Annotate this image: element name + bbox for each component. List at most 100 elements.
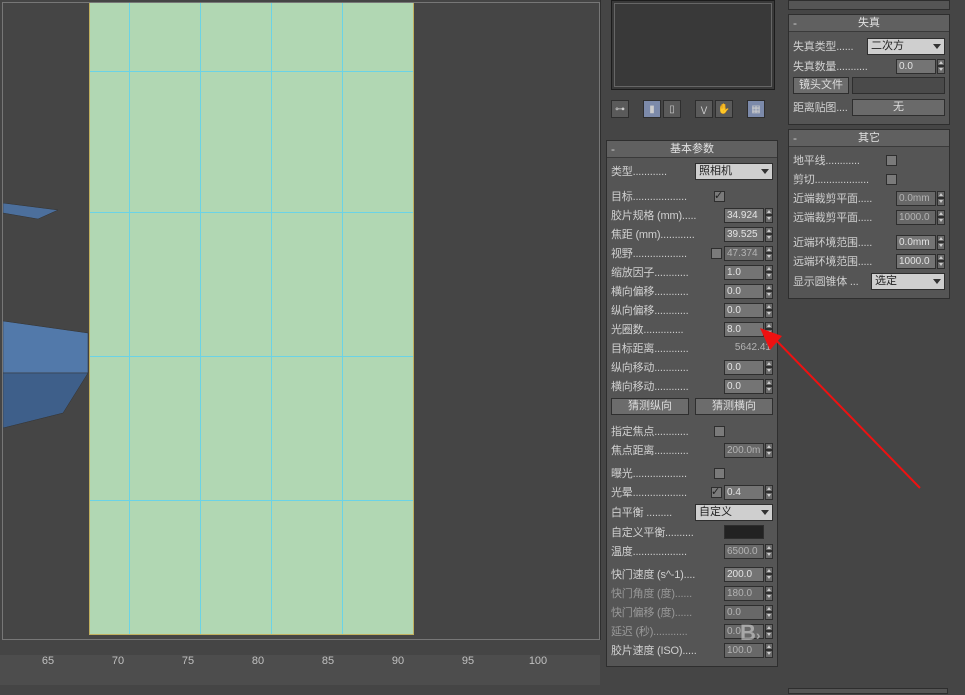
spinner[interactable] xyxy=(765,227,773,242)
guess-vertical-button[interactable]: 猜测纵向 xyxy=(611,398,689,415)
rollup-basic-params: - 基本参数 类型............ 照相机 目标............… xyxy=(606,140,778,667)
spinner[interactable] xyxy=(937,59,945,74)
far-env-field[interactable]: 1000.0 xyxy=(896,254,936,269)
focal-label: 焦距 (mm)............ xyxy=(611,226,724,242)
spinner[interactable] xyxy=(937,191,945,206)
preview-thumbnail[interactable] xyxy=(611,0,775,90)
fstop-label: 光圈数.............. xyxy=(611,321,724,337)
hmove-field[interactable]: 0.0 xyxy=(724,379,764,394)
spinner[interactable] xyxy=(937,235,945,250)
timeline-ruler[interactable]: 65 70 75 80 85 90 95 100 xyxy=(0,655,600,685)
wb-swatch[interactable] xyxy=(724,525,764,539)
lens-file-slot[interactable] xyxy=(852,77,945,94)
far-clip-label: 远端裁剪平面..... xyxy=(793,209,896,225)
spinner[interactable] xyxy=(765,605,773,620)
rollup-header[interactable]: - 基本参数 xyxy=(607,141,777,158)
clip-checkbox[interactable] xyxy=(886,174,897,185)
ruler-label: 80 xyxy=(223,655,293,667)
bar2-icon[interactable]: ▯ xyxy=(663,100,681,118)
horizon-label: 地平线............ xyxy=(793,152,886,168)
type-select[interactable]: 照相机 xyxy=(695,163,773,180)
shoff-label: 快门偏移 (度)...... xyxy=(611,604,724,620)
film-field[interactable]: 34.924 xyxy=(724,208,764,223)
spinner[interactable] xyxy=(765,379,773,394)
v2-icon[interactable]: ✋ xyxy=(715,100,733,118)
spinner[interactable] xyxy=(937,210,945,225)
vshift-field[interactable]: 0.0 xyxy=(724,303,764,318)
collapse-icon[interactable]: - xyxy=(793,130,797,146)
temp-field[interactable]: 6500.0 xyxy=(724,544,764,559)
target-checkbox[interactable] xyxy=(714,191,725,202)
fov-field[interactable]: 47.374 xyxy=(724,246,764,261)
focus-dist-field[interactable]: 200.0m xyxy=(724,443,764,458)
collapse-icon[interactable]: - xyxy=(793,15,797,31)
hshift-field[interactable]: 0.0 xyxy=(724,284,764,299)
horizon-checkbox[interactable] xyxy=(886,155,897,166)
far-clip-field[interactable]: 1000.0 xyxy=(896,210,936,225)
near-clip-field[interactable]: 0.0mm xyxy=(896,191,936,206)
far-env-label: 远端环境范围..... xyxy=(793,253,896,269)
spinner[interactable] xyxy=(765,567,773,582)
ruler-label: 65 xyxy=(13,655,83,667)
viewport-inner[interactable] xyxy=(2,2,600,640)
rollup-header[interactable]: - 失真 xyxy=(789,15,949,32)
shutter-field[interactable]: 200.0 xyxy=(724,567,764,582)
bar-icon[interactable]: ▮ xyxy=(643,100,661,118)
distort-type-select[interactable]: 二次方 xyxy=(867,38,945,55)
spinner[interactable] xyxy=(765,624,773,639)
expo-checkbox[interactable] xyxy=(714,468,725,479)
annotation-arrow xyxy=(760,328,930,498)
spinner[interactable] xyxy=(765,360,773,375)
rollup-distortion: - 失真 失真类型...... 二次方 失真数量........... 0.0 … xyxy=(788,14,950,125)
lens-file-button[interactable]: 镜头文件 xyxy=(793,77,849,94)
spinner[interactable] xyxy=(937,254,945,269)
ruler-label: 75 xyxy=(153,655,223,667)
spinner[interactable] xyxy=(765,586,773,601)
zoom-field[interactable]: 1.0 xyxy=(724,265,764,280)
vig-field[interactable]: 0.4 xyxy=(724,485,764,500)
grid-icon[interactable]: ▦ xyxy=(747,100,765,118)
iso-label: 胶片速度 (ISO)..... xyxy=(611,642,724,658)
spec-focus-checkbox[interactable] xyxy=(714,426,725,437)
distort-amount-field[interactable]: 0.0 xyxy=(896,59,936,74)
dist-map-slot[interactable]: 无 xyxy=(852,99,945,116)
fov-checkbox[interactable] xyxy=(711,248,722,259)
shoff-field[interactable]: 0.0 xyxy=(724,605,764,620)
spinner[interactable] xyxy=(765,303,773,318)
shangle-label: 快门角度 (度)...... xyxy=(611,585,724,601)
spinner[interactable] xyxy=(765,246,773,261)
collapse-icon[interactable]: - xyxy=(611,141,615,157)
shutter-label: 快门速度 (s^-1).... xyxy=(611,566,724,582)
spinner[interactable] xyxy=(765,643,773,658)
spinner[interactable] xyxy=(765,544,773,559)
focal-field[interactable]: 39.525 xyxy=(724,227,764,242)
guess-horizontal-button[interactable]: 猜测横向 xyxy=(695,398,773,415)
wb-select[interactable]: 自定义 xyxy=(695,504,773,521)
spinner[interactable] xyxy=(765,284,773,299)
spinner[interactable] xyxy=(765,265,773,280)
cone-select[interactable]: 选定 xyxy=(871,273,945,290)
vmove-field[interactable]: 0.0 xyxy=(724,360,764,375)
rollup-title: 基本参数 xyxy=(670,143,714,155)
shangle-field[interactable]: 180.0 xyxy=(724,586,764,601)
ruler-label: 90 xyxy=(363,655,433,667)
mesh-shape xyxy=(3,203,93,433)
spinner[interactable] xyxy=(765,322,773,337)
rollup-header[interactable]: - 其它 xyxy=(789,130,949,147)
pin-icon[interactable]: ⊶ xyxy=(611,100,629,118)
film-label: 胶片规格 (mm)..... xyxy=(611,207,724,223)
viewport[interactable] xyxy=(0,0,601,640)
preview-toolbar: ⊶ ▮ ▯ Ｖ ✋ ▦ xyxy=(611,98,776,120)
vig-checkbox[interactable] xyxy=(711,487,722,498)
preview-inner xyxy=(614,3,772,87)
near-env-field[interactable]: 0.0mm xyxy=(896,235,936,250)
near-env-label: 近端环境范围..... xyxy=(793,234,896,250)
fstop-field[interactable]: 8.0 xyxy=(724,322,764,337)
zoom-label: 缩放因子............ xyxy=(611,264,724,280)
spinner[interactable] xyxy=(765,208,773,223)
tdist-label: 目标距离............ xyxy=(611,340,725,356)
spinner[interactable] xyxy=(765,443,773,458)
spinner[interactable] xyxy=(765,485,773,500)
rollup-misc: - 其它 地平线............ 剪切.................… xyxy=(788,129,950,299)
v1-icon[interactable]: Ｖ xyxy=(695,100,713,118)
